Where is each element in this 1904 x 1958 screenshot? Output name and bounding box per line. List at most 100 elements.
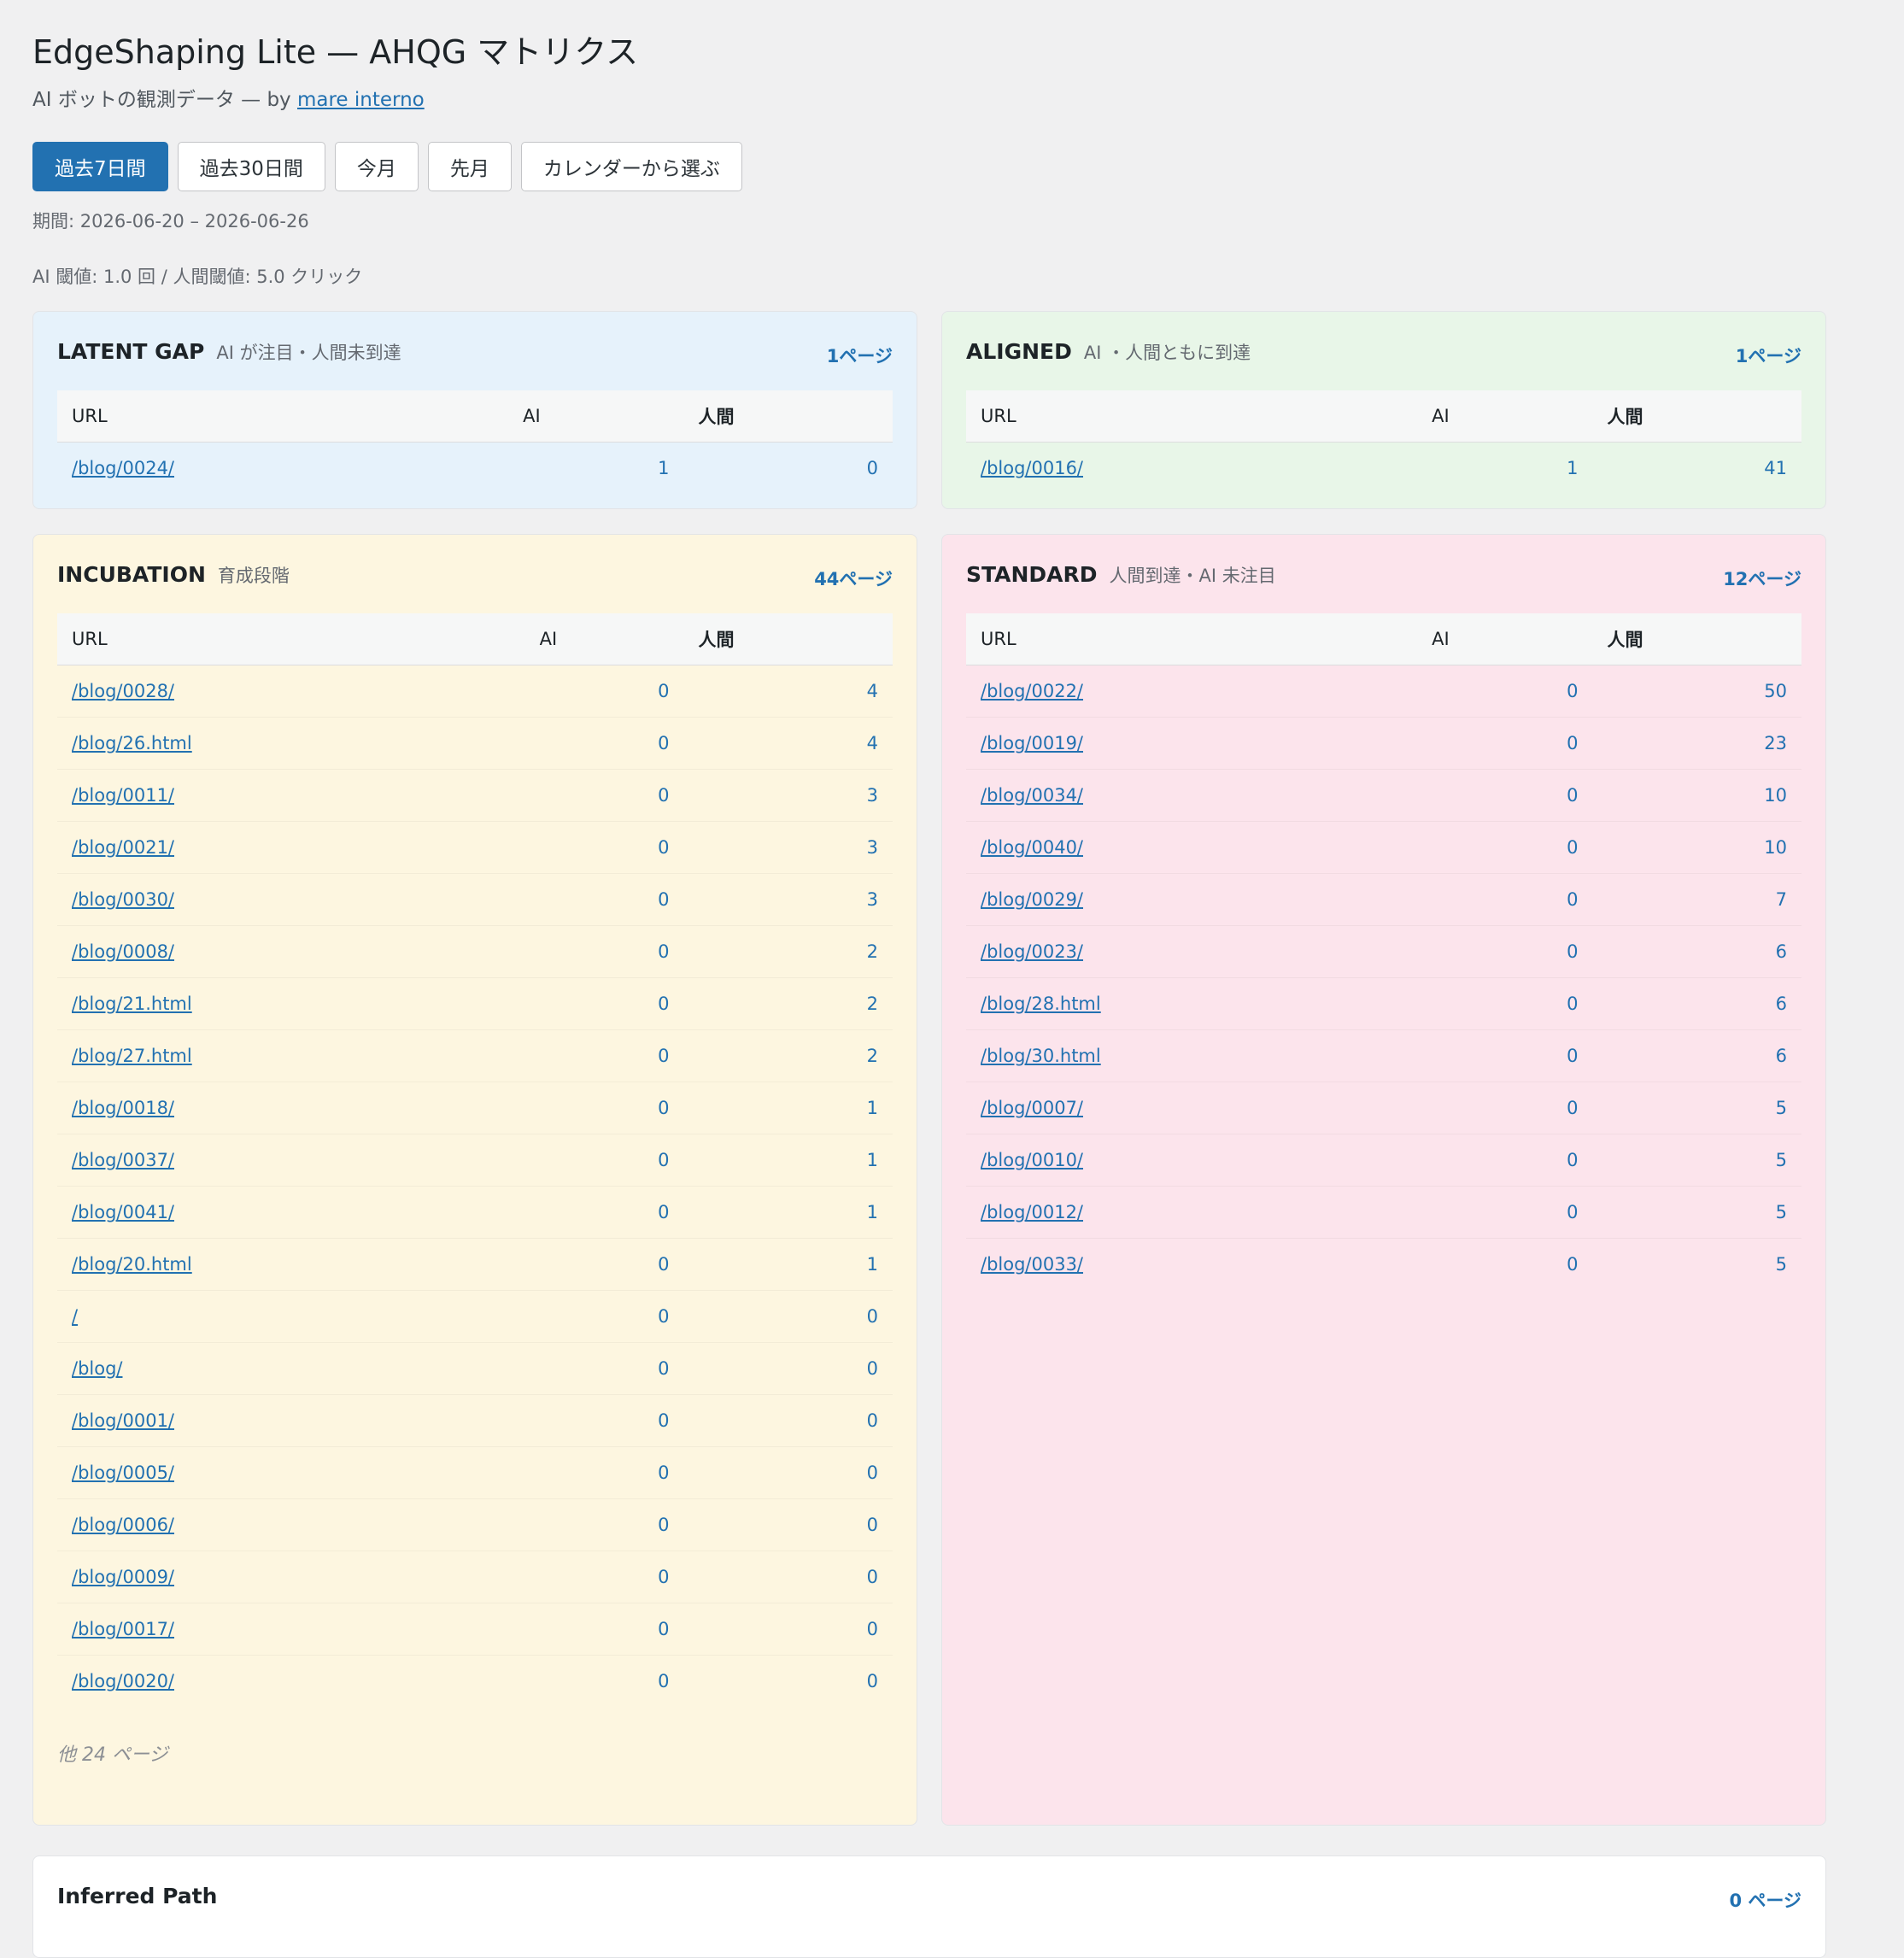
range-this-month-button[interactable]: 今月 [334,142,419,191]
page-url-link[interactable]: /blog/0040/ [981,837,1083,858]
page-url-link[interactable]: /blog/0034/ [981,785,1083,806]
table-row: /blog/0009/0 0 [57,1551,893,1603]
page-url-link[interactable]: /blog/21.html [72,994,192,1014]
human-count-cell: 3 [683,873,893,926]
human-count-cell: 4 [683,665,893,718]
page-url-link[interactable]: /blog/0023/ [981,941,1083,962]
human-count-cell: 0 [866,1671,878,1691]
page-url-link[interactable]: /blog/0024/ [72,458,174,478]
page-url-link[interactable]: /blog/0030/ [72,889,174,910]
page-url-link[interactable]: /blog/0033/ [981,1254,1083,1275]
human-count-cell: 5 [1592,1082,1801,1134]
page-url-link[interactable]: /blog/0018/ [72,1098,174,1118]
url-cell: /blog/0021/ [57,821,525,874]
table-row: /blog/0034/0 10 [966,769,1801,822]
range-last-month-button[interactable]: 先月 [427,142,512,191]
url-cell: /blog/0029/ [966,873,1418,926]
page-url-link[interactable]: /blog/0029/ [981,889,1083,910]
page-url-link[interactable]: /blog/0021/ [72,837,174,858]
table-row: /blog/0012/0 5 [966,1186,1801,1239]
page-url-link[interactable]: /blog/0010/ [981,1150,1083,1170]
ai-count-cell: 0 [524,1342,684,1395]
col-header-ai: AI [1417,390,1593,443]
page-url-link[interactable]: /blog/0005/ [72,1463,174,1483]
human-count-cell: 5 [1775,1254,1787,1275]
page-url-link[interactable]: /blog/0016/ [981,458,1083,478]
page-url-link[interactable]: /blog/0012/ [981,1202,1083,1222]
ai-count-cell: 0 [1417,977,1593,1030]
page-url-link[interactable]: /blog/0028/ [72,681,174,701]
page-url-link[interactable]: /blog/ [72,1358,123,1379]
human-count-cell: 2 [683,1029,893,1082]
page-url-link[interactable]: /blog/30.html [981,1046,1101,1066]
human-count-cell: 6 [1592,977,1801,1030]
human-count-cell: 0 [866,458,878,478]
page-url-link[interactable]: /blog/26.html [72,733,192,753]
range-30days-button[interactable]: 過去30日間 [177,142,325,191]
human-count-cell: 0 [683,1498,893,1551]
human-count-cell: 5 [1592,1186,1801,1239]
quadrant-description: 育成段階 [217,566,290,586]
page-url-link[interactable]: /blog/20.html [72,1254,192,1275]
quadrant-title: LATENT GAP [57,339,205,364]
url-cell: /blog/0009/ [57,1551,525,1603]
range-7days-button[interactable]: 過去7日間 [32,142,168,191]
url-cell: /blog/0022/ [966,665,1418,718]
table-row: /blog/30.html 0 6 [966,1029,1801,1082]
quadrant-table: URL AI 人間 /blog/0022/0 50/blog/0019/0 23/b… [966,613,1801,1290]
ai-count-cell: 0 [524,1551,684,1603]
table-row: /blog/0029/0 7 [966,873,1801,926]
table-row: /blog/0011/0 3 [57,769,893,822]
col-header-human: 人間 [683,613,893,665]
ai-count-cell: 0 [524,1603,684,1656]
ai-count-cell: 0 [524,821,684,874]
range-calendar-button[interactable]: カレンダーから選ぶ [520,142,742,191]
table-row: /blog/0023/0 6 [966,925,1801,978]
table-row: /blog/0040/0 10 [966,821,1801,874]
page-url-link[interactable]: /blog/0006/ [72,1515,174,1535]
ai-count-cell: 0 [524,1186,684,1239]
page-url-link[interactable]: /blog/0020/ [72,1671,174,1691]
url-cell: /blog/0030/ [57,873,525,926]
quadrant-header: STANDARD 人間到達・AI 未注目 12ページ [966,535,1801,613]
url-cell: /blog/0007/ [966,1082,1418,1134]
human-count-cell: 1 [683,1082,893,1134]
quadrant-title: INCUBATION [57,562,206,587]
url-cell: /blog/0006/ [57,1498,525,1551]
page-url-link[interactable]: /blog/0017/ [72,1619,174,1639]
page-url-link[interactable]: /blog/0008/ [72,941,174,962]
url-cell: /blog/0020/ [57,1656,525,1708]
page-url-link[interactable]: /blog/0009/ [72,1567,174,1587]
ai-count-cell: 0 [524,1394,684,1447]
page-url-link[interactable]: /blog/0041/ [72,1202,174,1222]
page-url-link[interactable]: /blog/0001/ [72,1410,174,1431]
url-cell: /blog/0016/ [966,443,1417,495]
ai-count-cell: 0 [1417,1186,1593,1239]
human-count-cell: 0 [683,1290,893,1343]
url-cell: /blog/28.html [966,977,1418,1030]
page-url-link[interactable]: /blog/0011/ [72,785,174,806]
author-link[interactable]: mare interno [297,89,425,111]
human-count-cell: 4 [683,717,893,770]
page-url-link[interactable]: /blog/28.html [981,994,1101,1014]
page-url-link[interactable]: /blog/27.html [72,1046,192,1066]
url-cell: /blog/0037/ [57,1134,525,1187]
page-url-link[interactable]: /blog/0019/ [981,733,1083,753]
inferred-path-card: Inferred Path 0 ページ [32,1855,1826,1958]
url-cell: /blog/0028/ [57,665,525,718]
url-cell: /blog/0012/ [966,1186,1418,1239]
more-pages-note: 他 24 ページ [57,1744,168,1766]
ai-count-cell: 0 [524,1290,684,1343]
quadrant-page-count: 1ページ [1735,346,1801,366]
human-count-cell: 41 [1764,458,1787,478]
page-url-link[interactable]: /blog/0022/ [981,681,1083,701]
page-url-link[interactable]: /blog/0007/ [981,1098,1083,1118]
url-cell: /blog/0034/ [966,769,1418,822]
ai-count-cell: 1 [1567,458,1579,478]
col-header-url: URL [966,613,1418,665]
page-url-link[interactable]: /blog/0037/ [72,1150,174,1170]
page-url-link[interactable]: / [72,1306,78,1327]
quadrant-name: ALIGNED AI ・人間ともに到達 [966,339,1251,365]
ai-count-cell: 0 [524,1238,684,1291]
quadrant-page-count: 12ページ [1723,569,1801,589]
